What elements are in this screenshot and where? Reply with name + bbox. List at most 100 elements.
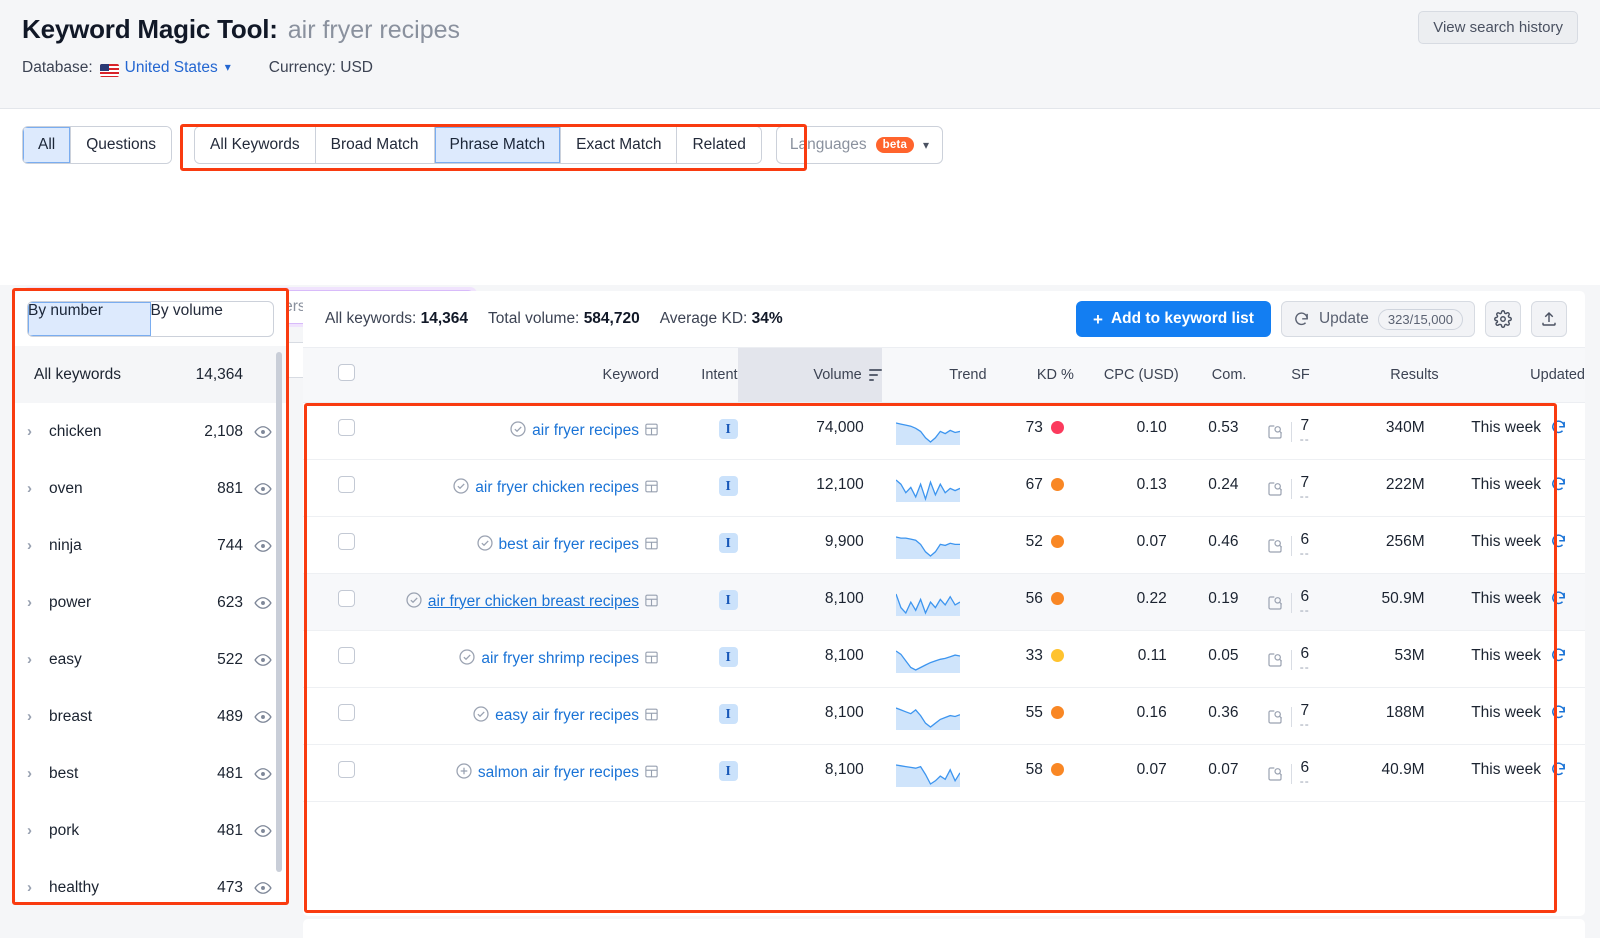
chevron-right-icon[interactable]: › [27, 423, 49, 440]
table-row[interactable]: air fryer chicken recipesI12,100670.130.… [303, 459, 1585, 516]
eye-icon[interactable] [254, 879, 272, 897]
serp-features-icon[interactable] [644, 707, 659, 722]
select-all-checkbox[interactable] [338, 364, 355, 381]
sidebar-item-oven[interactable]: ›oven881 [15, 460, 286, 517]
tab-broad-match[interactable]: Broad Match [316, 127, 435, 163]
sidebar-item-best[interactable]: ›best481 [15, 745, 286, 802]
keyword-link[interactable]: easy air fryer recipes [495, 707, 639, 724]
serp-snapshot-icon[interactable] [1267, 481, 1283, 497]
serp-features-icon[interactable] [644, 593, 659, 608]
view-search-history-button[interactable]: View search history [1418, 11, 1578, 44]
column-com[interactable]: Com. [1179, 348, 1247, 402]
row-checkbox[interactable] [338, 647, 355, 664]
database-value-link[interactable]: United States [125, 59, 218, 77]
intent-badge[interactable]: I [719, 476, 738, 496]
intent-badge[interactable]: I [719, 761, 738, 781]
tab-exact-match[interactable]: Exact Match [561, 127, 677, 163]
eye-icon[interactable] [254, 594, 272, 612]
intent-badge[interactable]: I [719, 704, 738, 724]
row-checkbox[interactable] [338, 761, 355, 778]
sidebar-item-all-keywords[interactable]: All keywords 14,364 [15, 346, 286, 403]
sidebar-item-chicken[interactable]: ›chicken2,108 [15, 403, 286, 460]
serp-features-icon[interactable] [644, 764, 659, 779]
table-settings-button[interactable] [1485, 301, 1521, 337]
serp-snapshot-icon[interactable] [1267, 652, 1283, 668]
column-keyword[interactable]: Keyword [355, 348, 659, 402]
chevron-right-icon[interactable]: › [27, 822, 49, 839]
chevron-right-icon[interactable]: › [27, 480, 49, 497]
sidebar-item-power[interactable]: ›power623 [15, 574, 286, 631]
sidebar-list[interactable]: All keywords 14,364 ›chicken2,108›oven88… [15, 346, 286, 902]
table-row[interactable]: air fryer shrimp recipesI8,100330.110.05… [303, 630, 1585, 687]
languages-dropdown[interactable]: Languages beta ▾ [776, 126, 943, 164]
refresh-icon[interactable] [1550, 647, 1567, 664]
check-circle-icon[interactable] [472, 705, 490, 723]
serp-features-icon[interactable] [644, 479, 659, 494]
keyword-link[interactable]: air fryer recipes [532, 422, 639, 439]
eye-icon[interactable] [254, 708, 272, 726]
chevron-right-icon[interactable]: › [27, 765, 49, 782]
sidebar-tab-by-number[interactable]: By number [28, 302, 151, 336]
eye-icon[interactable] [254, 537, 272, 555]
chevron-right-icon[interactable]: › [27, 708, 49, 725]
tab-phrase-match[interactable]: Phrase Match [435, 127, 562, 163]
sidebar-item-healthy[interactable]: ›healthy473 [15, 859, 286, 902]
serp-snapshot-icon[interactable] [1267, 595, 1283, 611]
row-checkbox[interactable] [338, 419, 355, 436]
sidebar-item-pork[interactable]: ›pork481 [15, 802, 286, 859]
refresh-icon[interactable] [1550, 476, 1567, 493]
sidebar-tab-by-volume[interactable]: By volume [151, 302, 274, 336]
intent-badge[interactable]: I [719, 419, 738, 439]
row-checkbox[interactable] [338, 533, 355, 550]
table-row[interactable]: easy air fryer recipesI8,100550.160.367-… [303, 687, 1585, 744]
chevron-right-icon[interactable]: › [27, 594, 49, 611]
refresh-icon[interactable] [1550, 761, 1567, 778]
eye-icon[interactable] [254, 651, 272, 669]
tab-questions[interactable]: Questions [71, 127, 171, 163]
intent-badge[interactable]: I [719, 647, 738, 667]
eye-icon[interactable] [254, 765, 272, 783]
serp-snapshot-icon[interactable] [1267, 424, 1283, 440]
refresh-icon[interactable] [1550, 590, 1567, 607]
eye-icon[interactable] [254, 822, 272, 840]
check-circle-icon[interactable] [405, 591, 423, 609]
table-row[interactable]: air fryer chicken breast recipesI8,10056… [303, 573, 1585, 630]
serp-features-icon[interactable] [644, 650, 659, 665]
eye-icon[interactable] [254, 423, 272, 441]
serp-snapshot-icon[interactable] [1267, 709, 1283, 725]
table-row[interactable]: air fryer recipesI74,000730.100.537--340… [303, 402, 1585, 459]
keyword-link[interactable]: salmon air fryer recipes [478, 764, 639, 781]
serp-features-icon[interactable] [644, 536, 659, 551]
tab-all-keywords[interactable]: All Keywords [195, 127, 316, 163]
serp-features-icon[interactable] [644, 422, 659, 437]
check-circle-icon[interactable] [458, 648, 476, 666]
column-results[interactable]: Results [1310, 348, 1439, 402]
sidebar-item-ninja[interactable]: ›ninja744 [15, 517, 286, 574]
eye-icon[interactable] [254, 480, 272, 498]
refresh-icon[interactable] [1550, 419, 1567, 436]
column-sf[interactable]: SF [1246, 348, 1309, 402]
column-cpc[interactable]: CPC (USD) [1074, 348, 1179, 402]
add-to-keyword-list-button[interactable]: + Add to keyword list [1076, 301, 1271, 337]
keyword-link[interactable]: air fryer chicken recipes [475, 479, 639, 496]
chevron-right-icon[interactable]: › [27, 651, 49, 668]
row-checkbox[interactable] [338, 704, 355, 721]
column-trend[interactable]: Trend [882, 348, 987, 402]
check-circle-icon[interactable] [452, 477, 470, 495]
sidebar-item-easy[interactable]: ›easy522 [15, 631, 286, 688]
export-button[interactable] [1531, 301, 1567, 337]
chevron-down-icon[interactable]: ▾ [225, 60, 231, 74]
serp-snapshot-icon[interactable] [1267, 538, 1283, 554]
table-row[interactable]: best air fryer recipesI9,900520.070.466-… [303, 516, 1585, 573]
refresh-icon[interactable] [1550, 533, 1567, 550]
intent-badge[interactable]: I [719, 533, 738, 553]
row-checkbox[interactable] [338, 590, 355, 607]
table-row[interactable]: salmon air fryer recipesI8,100580.070.07… [303, 744, 1585, 801]
tab-related[interactable]: Related [677, 127, 760, 163]
update-button[interactable]: Update 323/15,000 [1281, 301, 1475, 337]
chevron-right-icon[interactable]: › [27, 879, 49, 896]
chevron-right-icon[interactable]: › [27, 537, 49, 554]
column-intent[interactable]: Intent [659, 348, 738, 402]
keyword-link[interactable]: air fryer chicken breast recipes [428, 593, 639, 610]
refresh-icon[interactable] [1550, 704, 1567, 721]
